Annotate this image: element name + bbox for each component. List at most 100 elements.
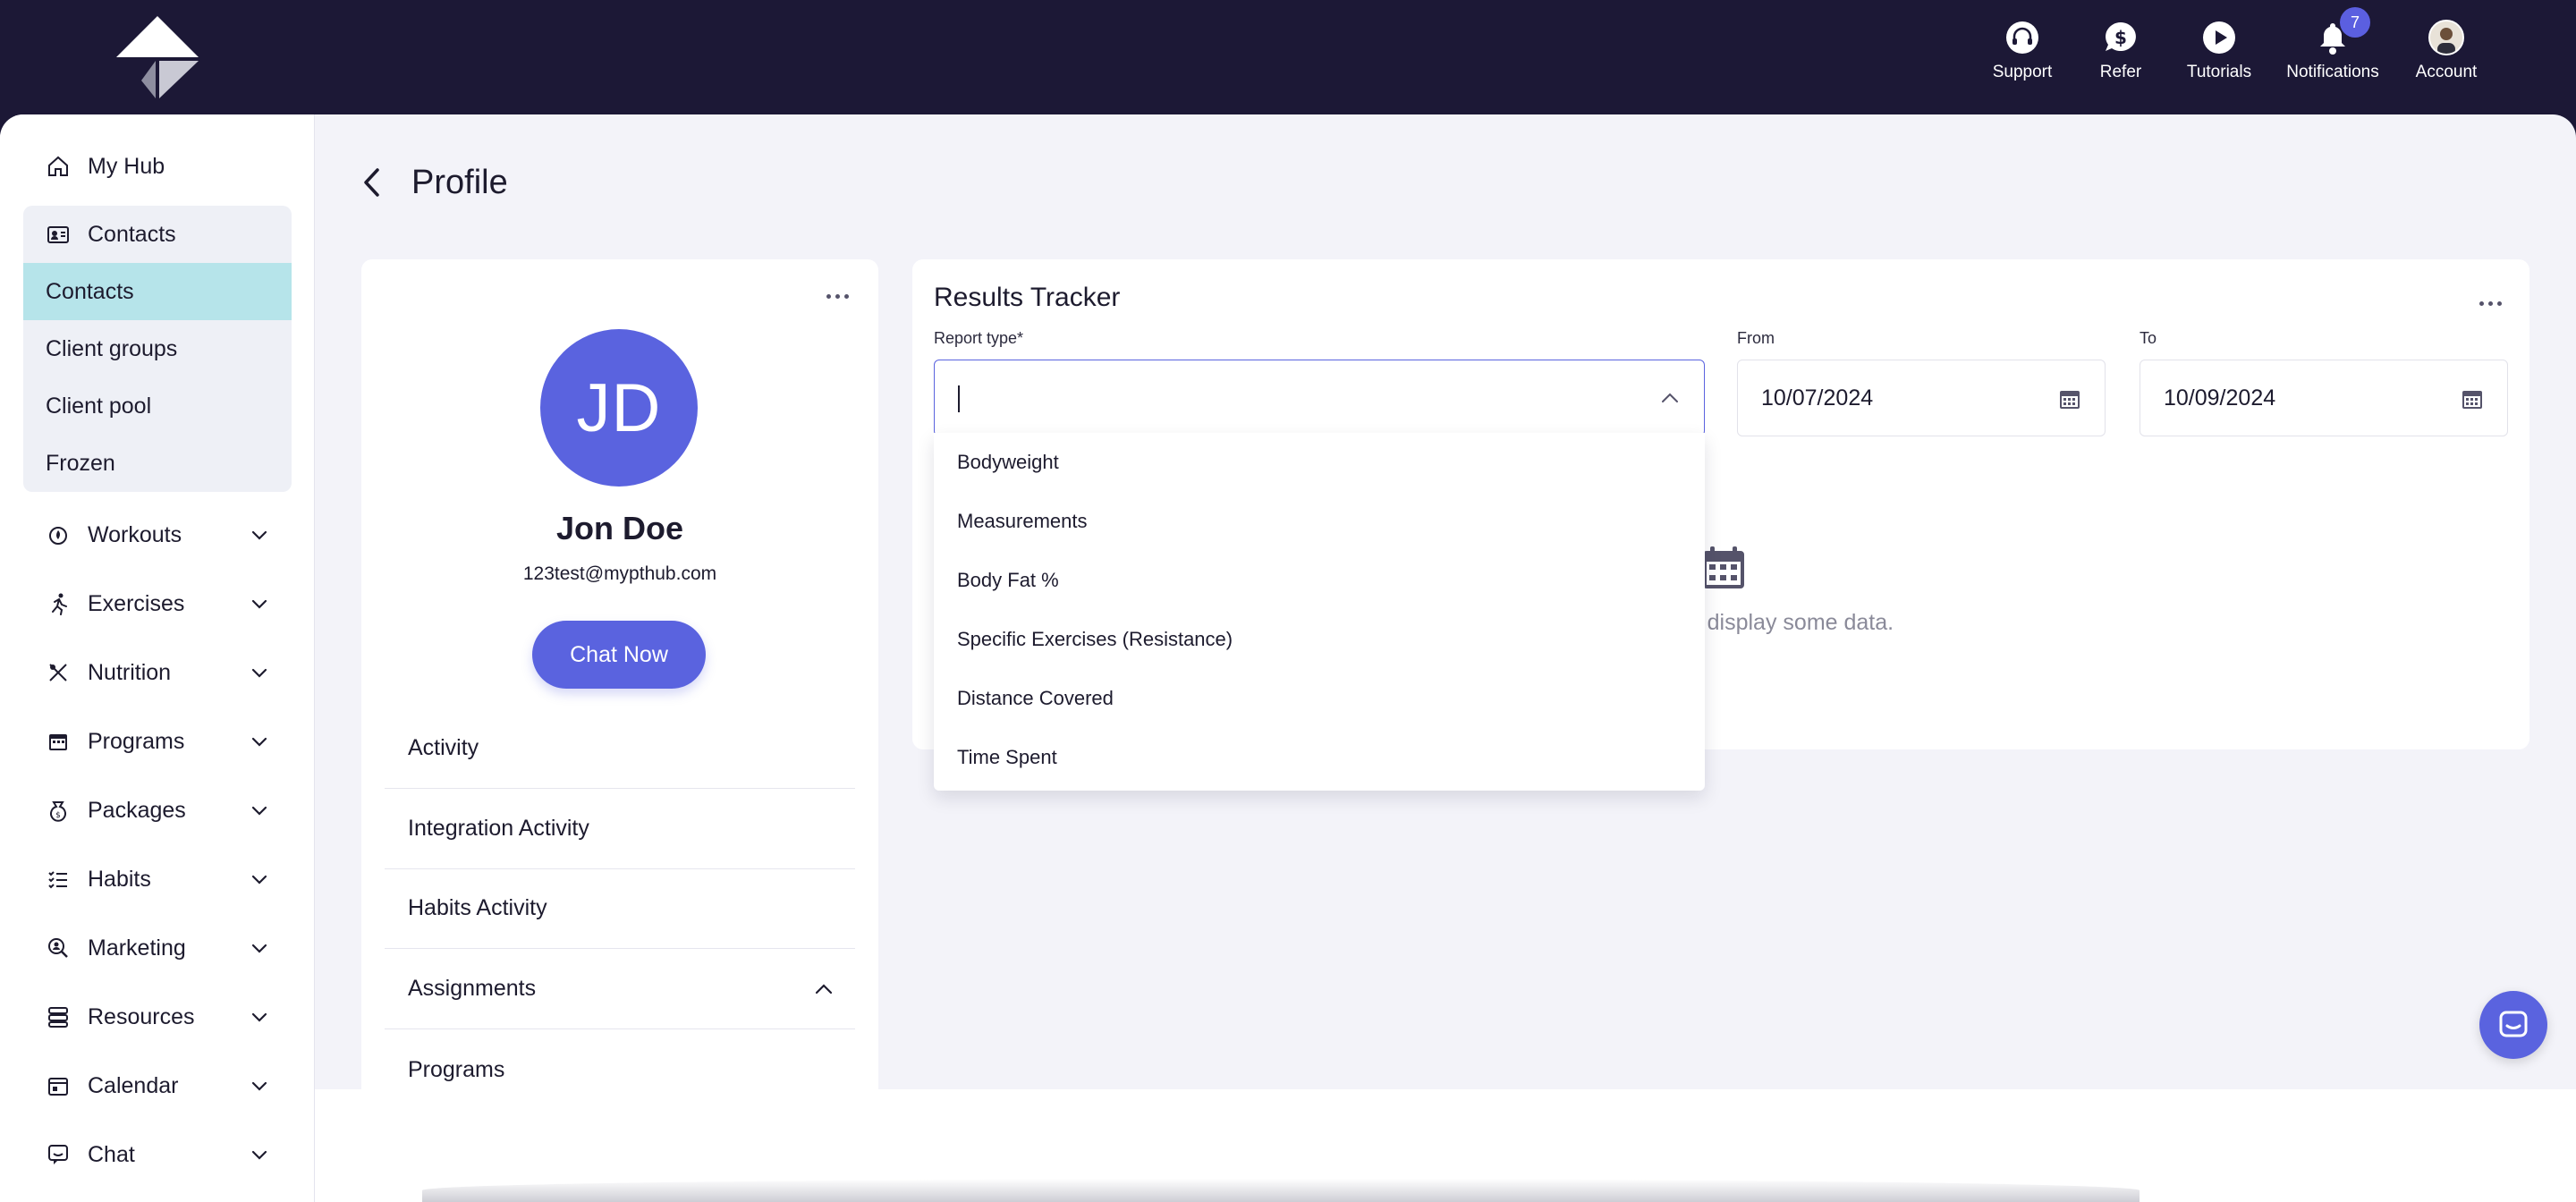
to-date-field[interactable]: 10/09/2024 (2140, 360, 2508, 436)
bottom-panel (315, 1089, 2576, 1202)
brand-logo[interactable] (114, 14, 200, 100)
calendar-icon (2462, 391, 2482, 409)
report-type-select[interactable] (934, 360, 1705, 436)
sidebar-item-resources[interactable]: Resources (23, 992, 292, 1042)
text-caret (958, 385, 960, 412)
packages-icon: $ (45, 797, 72, 824)
avatar: JD (540, 329, 698, 487)
chevron-down-icon (251, 806, 267, 816)
sidebar-item-programs[interactable]: Programs (23, 716, 292, 766)
bottom-shadow (422, 1179, 2140, 1202)
profile-menu-habits-activity[interactable]: Habits Activity (385, 868, 855, 949)
sidebar-subitem-client-pool[interactable]: Client pool (23, 377, 292, 435)
sidebar-item-label: Nutrition (88, 659, 172, 685)
chat-icon (45, 1141, 72, 1168)
profile-more-options-icon[interactable] (826, 290, 855, 302)
tutorials-button[interactable]: Tutorials (2170, 18, 2268, 82)
sidebar-subitem-frozen[interactable]: Frozen (23, 435, 292, 492)
refer-button[interactable]: $ Refer (2072, 18, 2170, 82)
profile-email: 123test@mypthub.com (522, 563, 717, 584)
account-label: Account (2415, 63, 2478, 81)
account-avatar-wrap (2427, 18, 2466, 57)
chevron-down-icon (251, 668, 267, 678)
from-date-field[interactable]: 10/07/2024 (1737, 360, 2106, 436)
habits-icon (45, 866, 72, 893)
report-option-bodyweight[interactable]: Bodyweight (934, 433, 1705, 492)
sidebar-subitem-client-groups[interactable]: Client groups (23, 320, 292, 377)
sidebar-item-marketing[interactable]: Marketing (23, 923, 292, 973)
notifications-button[interactable]: 7 Notifications (2268, 7, 2397, 82)
report-option-measurements[interactable]: Measurements (934, 492, 1705, 551)
sidebar-item-nutrition[interactable]: Nutrition (23, 648, 292, 698)
sidebar-item-contacts[interactable]: Contacts (23, 209, 292, 259)
svg-text:$: $ (2114, 27, 2127, 48)
sidebar-item-label: Workouts (88, 521, 182, 547)
dollar-chat-icon: $ (2101, 18, 2140, 57)
report-option-time-spent[interactable]: Time Spent (934, 728, 1705, 787)
report-type-label: Report type* (934, 329, 1024, 347)
play-icon (2199, 18, 2239, 57)
chevron-down-icon (251, 1012, 267, 1022)
main-shell: My Hub Contacts Contacts Client groups C… (0, 114, 2576, 1202)
account-button[interactable]: Account (2397, 18, 2496, 82)
sidebar-item-chat[interactable]: Chat (23, 1130, 292, 1180)
sidebar-subitem-contacts[interactable]: Contacts (23, 263, 292, 320)
contact-card-icon (45, 221, 72, 248)
notifications-label: Notifications (2286, 63, 2379, 81)
chevron-down-icon (251, 599, 267, 609)
calendar-icon (45, 1072, 72, 1099)
chevron-down-icon (251, 875, 267, 885)
resources-icon (45, 1003, 72, 1030)
marketing-icon (45, 935, 72, 961)
sidebar-item-label: My Hub (88, 153, 165, 179)
chevron-up-icon (1662, 393, 1678, 402)
report-option-body-fat[interactable]: Body Fat % (934, 551, 1705, 610)
back-button[interactable] (361, 163, 392, 202)
sidebar-item-label: Calendar (88, 1072, 179, 1098)
profile-menu-integration-activity[interactable]: Integration Activity (385, 789, 855, 869)
chevron-down-icon (251, 944, 267, 953)
exercises-icon (45, 590, 72, 617)
chevron-down-icon (251, 1081, 267, 1091)
profile-menu-activity[interactable]: Activity (385, 708, 855, 789)
report-option-distance-covered[interactable]: Distance Covered (934, 669, 1705, 728)
notification-count-badge: 7 (2340, 7, 2370, 38)
sidebar-item-label: Resources (88, 1003, 195, 1029)
chevron-up-icon (815, 984, 833, 995)
top-bar: Support $ Refer Tutorials 7 Notification… (0, 0, 2576, 114)
report-option-specific-exercises[interactable]: Specific Exercises (Resistance) (934, 610, 1705, 669)
page-title: Profile (411, 163, 508, 201)
chat-now-button[interactable]: Chat Now (532, 621, 706, 689)
tracker-more-options-icon[interactable] (2479, 297, 2508, 309)
sidebar-item-label: Marketing (88, 935, 186, 961)
sidebar-item-habits[interactable]: Habits (23, 854, 292, 904)
support-chat-button[interactable] (2479, 991, 2547, 1059)
profile-menu-assignments[interactable]: Assignments (385, 949, 855, 1029)
sidebar-item-label: Chat (88, 1141, 135, 1167)
report-type-dropdown: Bodyweight Measurements Body Fat % Speci… (934, 433, 1705, 791)
page-header: Profile (361, 163, 508, 202)
results-tracker-title: Results Tracker (934, 283, 1121, 312)
sidebar-item-my-hub[interactable]: My Hub (23, 141, 292, 191)
to-date-value: 10/09/2024 (2164, 385, 2276, 411)
sidebar-item-label: Contacts (88, 221, 176, 247)
avatar (2428, 20, 2464, 55)
calendar-icon (2060, 391, 2080, 409)
chat-bubble-icon (2499, 1011, 2528, 1037)
sidebar-item-label: Packages (88, 797, 186, 823)
empty-state-calendar-icon (1703, 546, 1744, 588)
support-button[interactable]: Support (1973, 18, 2072, 82)
profile-card: JD Jon Doe 123test@mypthub.com Chat Now … (361, 259, 878, 1202)
home-icon (45, 153, 72, 180)
sidebar-item-label: Habits (88, 866, 151, 892)
sidebar-item-calendar[interactable]: Calendar (23, 1061, 292, 1111)
sidebar-item-packages[interactable]: $ Packages (23, 785, 292, 835)
sidebar-item-workouts[interactable]: Workouts (23, 510, 292, 560)
sidebar: My Hub Contacts Contacts Client groups C… (0, 114, 315, 1202)
sidebar-item-exercises[interactable]: Exercises (23, 579, 292, 629)
support-label: Support (1992, 63, 2053, 81)
refer-label: Refer (2099, 63, 2142, 81)
workouts-icon (45, 521, 72, 548)
profile-name: Jon Doe (555, 510, 683, 546)
programs-icon (45, 728, 72, 755)
